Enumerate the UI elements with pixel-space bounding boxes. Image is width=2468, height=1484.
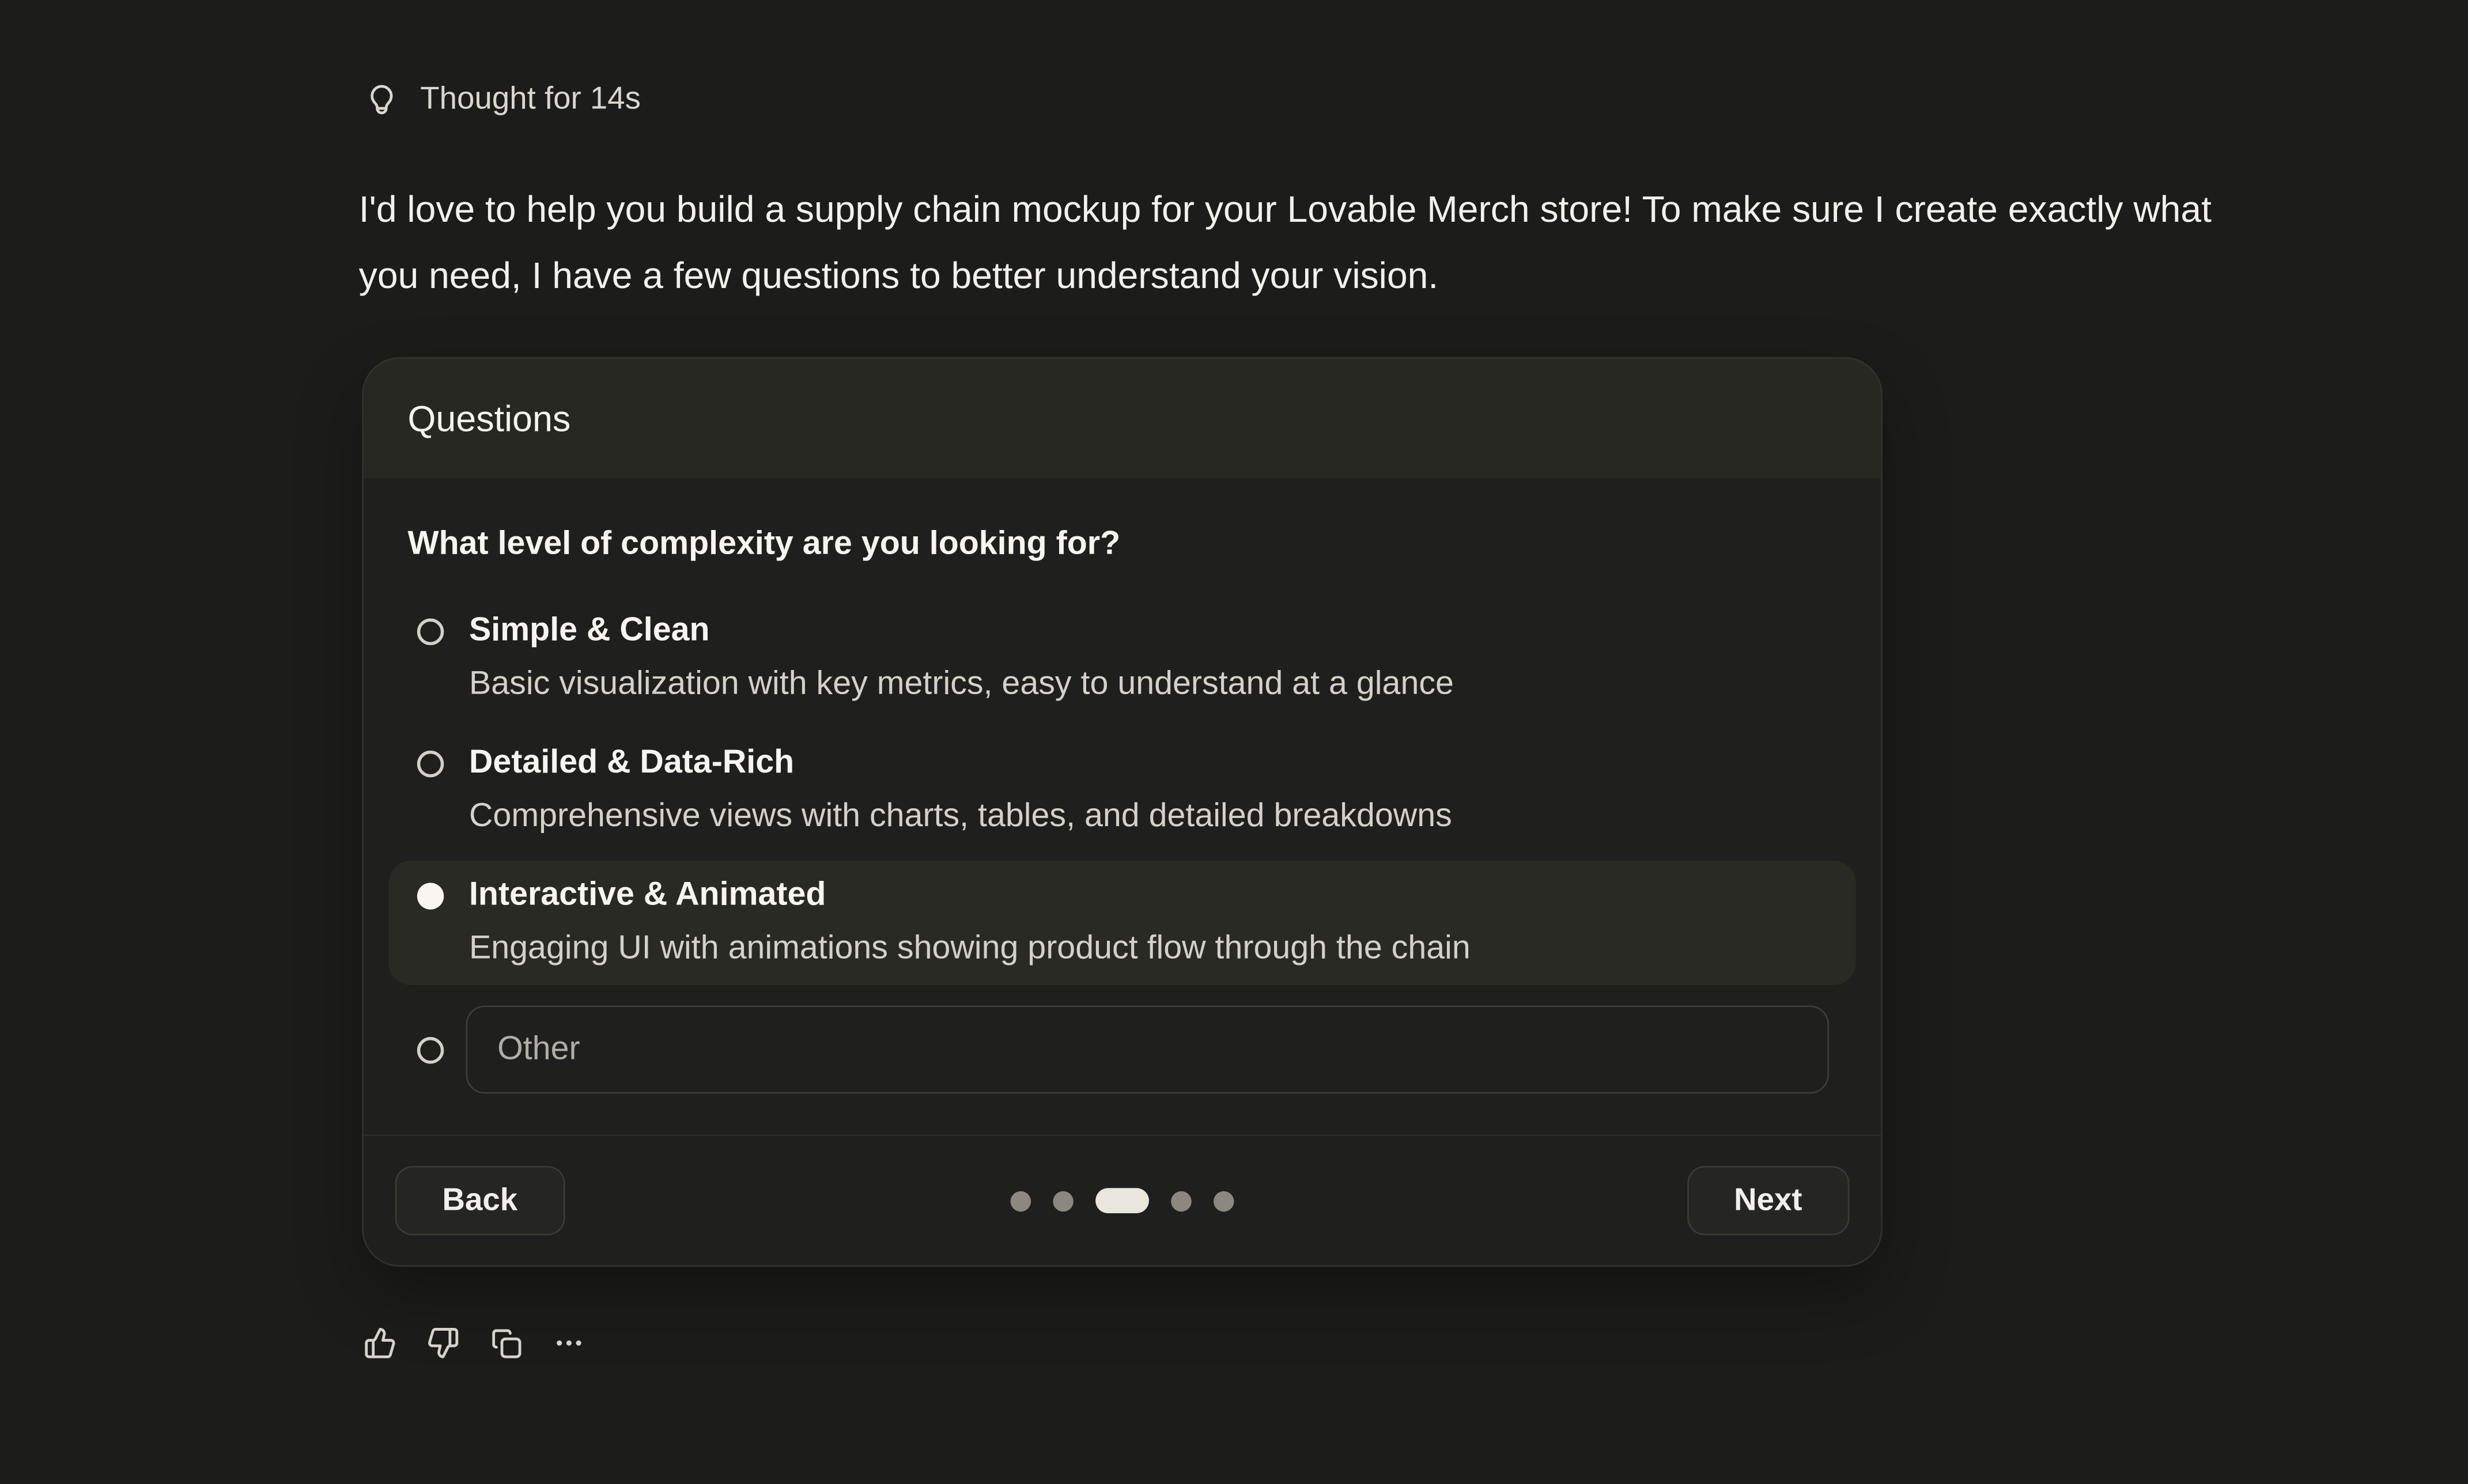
other-input[interactable]	[466, 1005, 1829, 1093]
option-description: Engaging UI with animations showing prod…	[469, 922, 1471, 976]
option-text: Simple & Clean Basic visualization with …	[469, 604, 1454, 711]
copy-icon	[489, 1327, 522, 1360]
card-body: What level of complexity are you looking…	[364, 478, 1881, 1093]
pagination-dot-active	[1095, 1188, 1149, 1213]
thought-summary[interactable]: Thought for 14s	[364, 82, 641, 118]
thumbs-up-button[interactable]	[364, 1327, 396, 1360]
thumbs-down-button[interactable]	[426, 1327, 459, 1360]
copy-button[interactable]	[489, 1327, 522, 1360]
radio-unselected-icon[interactable]	[417, 618, 444, 645]
radio-unselected-icon[interactable]	[417, 1036, 444, 1063]
option-text: Interactive & Animated Engaging UI with …	[469, 869, 1471, 976]
pagination-dot	[1171, 1190, 1192, 1211]
option-description: Basic visualization with key metrics, ea…	[469, 658, 1454, 711]
questions-card: Questions What level of complexity are y…	[362, 357, 1883, 1267]
thumbs-down-icon	[426, 1327, 459, 1360]
assistant-message-text: I'd love to help you build a supply chai…	[359, 176, 2213, 308]
pagination-dot	[1214, 1190, 1234, 1211]
question-text: What level of complexity are you looking…	[407, 518, 1836, 571]
thumbs-up-icon	[364, 1327, 396, 1360]
card-title: Questions	[407, 398, 570, 440]
message-actions	[364, 1327, 585, 1360]
option-simple-clean[interactable]: Simple & Clean Basic visualization with …	[389, 596, 1856, 721]
radio-selected-icon[interactable]	[417, 883, 444, 909]
lightbulb-icon	[364, 82, 400, 118]
more-options-icon	[553, 1327, 585, 1360]
thought-label: Thought for 14s	[420, 82, 641, 118]
chat-message-view: Thought for 14s I'd love to help you bui…	[0, 0, 2468, 1484]
card-footer: Back Next	[364, 1134, 1881, 1265]
card-header: Questions	[364, 359, 1881, 479]
pagination-dot	[1011, 1190, 1031, 1211]
pagination-dots	[1011, 1188, 1234, 1213]
option-title: Detailed & Data-Rich	[469, 736, 1452, 790]
option-title: Simple & Clean	[469, 604, 1454, 658]
next-button[interactable]: Next	[1687, 1166, 1849, 1235]
option-detailed-data-rich[interactable]: Detailed & Data-Rich Comprehensive views…	[389, 729, 1856, 853]
option-text: Detailed & Data-Rich Comprehensive views…	[469, 736, 1452, 843]
more-options-button[interactable]	[553, 1327, 585, 1360]
back-button[interactable]: Back	[395, 1166, 565, 1235]
option-interactive-animated[interactable]: Interactive & Animated Engaging UI with …	[389, 861, 1856, 985]
option-description: Comprehensive views with charts, tables,…	[469, 790, 1452, 843]
pagination-dot	[1053, 1190, 1074, 1211]
radio-unselected-icon[interactable]	[417, 751, 444, 777]
option-other[interactable]	[389, 1005, 1856, 1093]
option-title: Interactive & Animated	[469, 869, 1471, 922]
